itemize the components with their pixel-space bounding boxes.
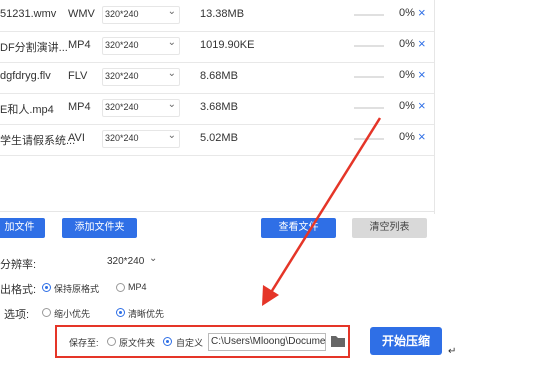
cursor-mark: ↵	[448, 346, 457, 357]
annotation-arrow	[262, 117, 382, 306]
